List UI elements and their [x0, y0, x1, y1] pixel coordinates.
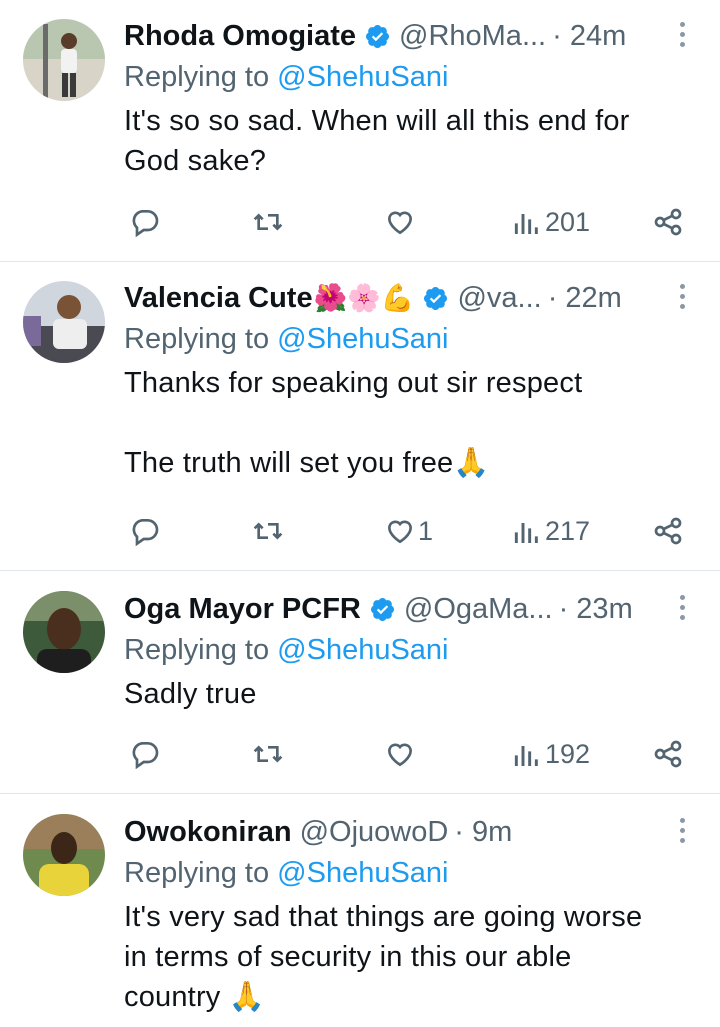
verified-badge-icon [365, 24, 390, 48]
display-name[interactable]: Owokoniran [124, 816, 292, 849]
timestamp[interactable]: · 22m [548, 282, 622, 315]
replying-to: Replying to @ShehuSani [124, 857, 449, 889]
like-button[interactable] [384, 738, 418, 770]
heart-icon [387, 211, 413, 235]
views-button[interactable]: 192 [511, 738, 590, 770]
share-icon [654, 740, 682, 768]
share-button[interactable] [652, 738, 684, 770]
mention-link[interactable]: @ShehuSani [277, 634, 448, 666]
retweet-icon [253, 522, 283, 540]
timestamp[interactable]: · 24m [552, 20, 626, 53]
user-handle[interactable]: @OgaMa... [404, 593, 553, 626]
tweet-text: It's so so sad. When will all this end f… [124, 105, 630, 177]
like-button[interactable] [384, 206, 418, 238]
more-icon[interactable] [678, 595, 686, 623]
user-handle[interactable]: @OjuowoD [300, 816, 449, 849]
replying-to: Replying to @ShehuSani [124, 634, 449, 666]
retweet-button[interactable] [252, 206, 284, 238]
like-count: 1 [418, 515, 434, 546]
reply-button[interactable] [129, 738, 161, 770]
tweet-text: Thanks for speaking out sir respect The … [124, 367, 583, 479]
avatar[interactable] [23, 19, 105, 101]
mention-link[interactable]: @ShehuSani [277, 61, 448, 93]
timestamp[interactable]: · 23m [559, 593, 633, 626]
display-name[interactable]: Rhoda Omogiate [124, 20, 356, 53]
share-button[interactable] [652, 515, 684, 547]
tweet-text: Sadly true [124, 678, 257, 710]
replying-to: Replying to @ShehuSani [124, 323, 449, 355]
reply-icon [132, 210, 159, 238]
user-handle[interactable]: @va... [457, 282, 541, 315]
verified-badge-icon [424, 286, 448, 310]
reply-tweet-4[interactable]: Owokoniran @OjuowoD · 9m Replying to @Sh… [0, 794, 720, 1027]
reply-tweet-3[interactable]: Oga Mayor PCFR @OgaMa... · 23m Replying … [0, 571, 720, 794]
view-count: 201 [545, 206, 591, 237]
reply-button[interactable] [129, 206, 161, 238]
verified-badge-icon [370, 597, 394, 621]
more-icon[interactable] [678, 818, 686, 846]
mention-link[interactable]: @ShehuSani [277, 323, 448, 355]
retweet-icon [253, 213, 283, 231]
reply-tweet-2[interactable]: Valencia Cute 🌺🌸💪 @va... · 22m Replying … [0, 262, 720, 571]
heart-icon [387, 743, 413, 767]
retweet-button[interactable] [252, 515, 284, 547]
views-button[interactable]: 201 [511, 206, 590, 238]
reply-icon [132, 742, 159, 770]
views-icon [514, 214, 538, 234]
retweet-icon [253, 745, 283, 763]
replying-to: Replying to @ShehuSani [124, 61, 449, 93]
reply-button[interactable] [129, 515, 161, 547]
timestamp[interactable]: · 9m [454, 816, 512, 849]
avatar[interactable] [23, 591, 105, 673]
avatar[interactable] [23, 281, 105, 363]
views-icon [514, 746, 538, 766]
tweet-text: It's very sad that things are going wors… [124, 901, 643, 1013]
views-button[interactable]: 217 [511, 515, 590, 547]
display-name[interactable]: Oga Mayor PCFR [124, 593, 361, 626]
like-button[interactable]: 1 [384, 515, 433, 547]
reply-icon [132, 519, 159, 547]
reply-tweet-1[interactable]: Rhoda Omogiate @RhoMa... · 24m Replying … [0, 0, 720, 262]
mention-link[interactable]: @ShehuSani [277, 857, 448, 889]
views-icon [514, 523, 538, 543]
user-handle[interactable]: @RhoMa... [399, 20, 546, 53]
heart-icon [387, 520, 413, 544]
retweet-button[interactable] [252, 738, 284, 770]
view-count: 217 [545, 515, 591, 546]
display-name[interactable]: Valencia Cute [124, 282, 313, 315]
share-button[interactable] [652, 206, 684, 238]
view-count: 192 [545, 738, 591, 769]
share-icon [654, 208, 682, 236]
more-icon[interactable] [678, 284, 686, 312]
more-icon[interactable] [678, 22, 686, 50]
name-emoji: 🌺🌸💪 [313, 283, 415, 313]
share-icon [654, 517, 682, 545]
avatar[interactable] [23, 814, 105, 896]
